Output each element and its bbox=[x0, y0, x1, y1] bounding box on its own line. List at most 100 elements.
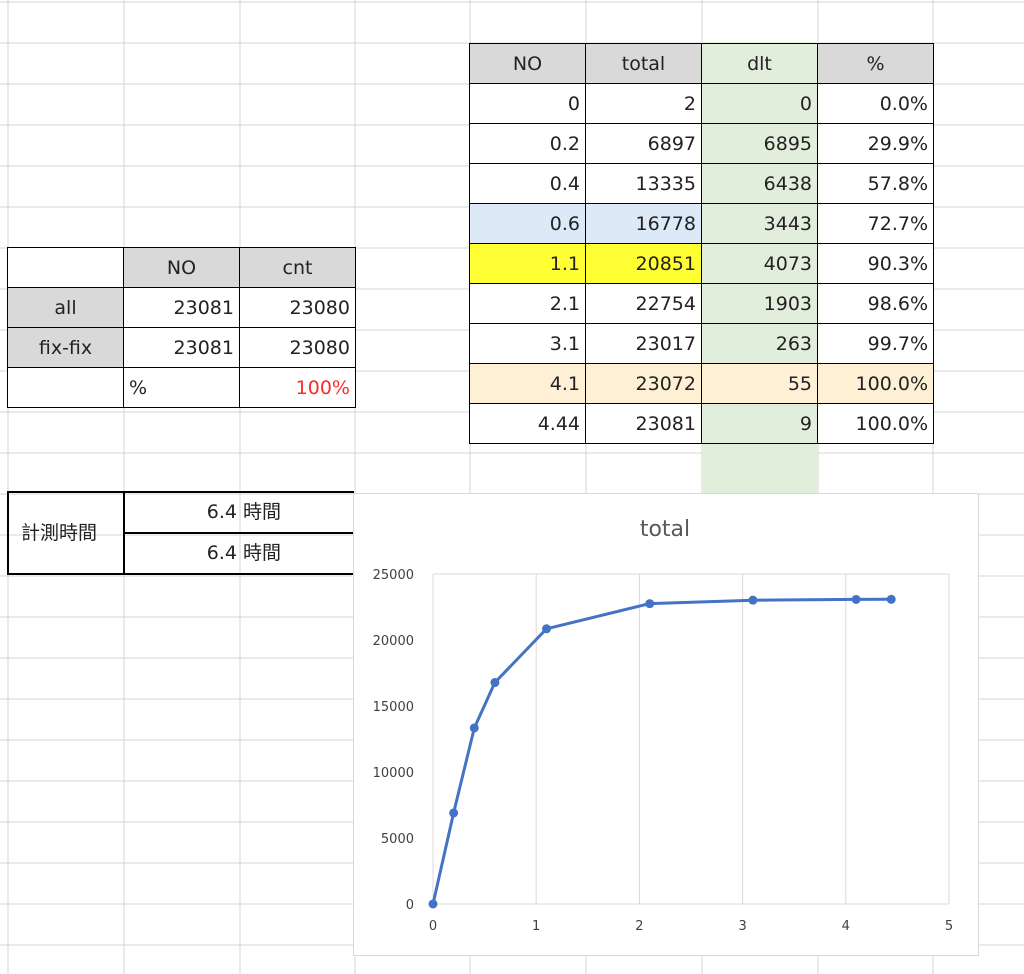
cell-dlt[interactable]: 6895 bbox=[701, 123, 818, 164]
x-tick-label: 2 bbox=[635, 919, 643, 934]
cell-dlt[interactable]: 4073 bbox=[701, 243, 818, 284]
cell-dlt[interactable]: 9 bbox=[701, 403, 818, 444]
summary-cell-no[interactable]: 23081 bbox=[123, 287, 240, 328]
table-row: 3.1 23017 263 99.7% bbox=[469, 323, 934, 364]
cell-percent[interactable]: 100.0% bbox=[817, 403, 934, 444]
data-point[interactable] bbox=[886, 594, 896, 604]
table-row: 0 2 0 0.0% bbox=[469, 83, 934, 124]
table-header-row: NO total dlt % bbox=[469, 43, 934, 84]
time-unit-cell[interactable]: 時間 bbox=[243, 492, 281, 533]
cell-percent[interactable]: 0.0% bbox=[817, 83, 934, 124]
cell-percent[interactable]: 99.7% bbox=[817, 323, 934, 364]
cell-total[interactable]: 2 bbox=[585, 83, 702, 124]
cell-no[interactable]: 0 bbox=[469, 83, 586, 124]
chart-series bbox=[428, 594, 896, 909]
chart-title: total bbox=[640, 517, 690, 542]
cell-percent[interactable]: 100.0% bbox=[817, 363, 934, 404]
data-point[interactable] bbox=[645, 599, 655, 609]
header-total[interactable]: total bbox=[585, 43, 702, 84]
y-tick-label: 20000 bbox=[373, 634, 414, 649]
cell-dlt[interactable]: 3443 bbox=[701, 203, 818, 244]
cell-total[interactable]: 23017 bbox=[585, 323, 702, 364]
summary-header-cnt[interactable]: cnt bbox=[239, 247, 356, 288]
measurement-time-label[interactable]: 計測時間 bbox=[21, 513, 97, 554]
cell-dlt[interactable]: 0 bbox=[701, 83, 818, 124]
percent-value-cell[interactable]: 100% bbox=[239, 367, 356, 408]
chart-tick-labels: 0 1 2 3 4 5 0 5000 10000 15000 20000 25000 bbox=[373, 568, 954, 934]
border-line bbox=[7, 491, 9, 574]
measurement-time-block: 計測時間 6.4 時間 6.4 時間 bbox=[7, 491, 354, 575]
summary-cell-empty[interactable] bbox=[7, 367, 124, 408]
data-point[interactable] bbox=[542, 624, 552, 634]
cell-no[interactable]: 4.1 bbox=[469, 363, 586, 404]
cell-no[interactable]: 2.1 bbox=[469, 283, 586, 324]
header-percent[interactable]: % bbox=[817, 43, 934, 84]
cell-total[interactable]: 22754 bbox=[585, 283, 702, 324]
chart-plot: total 0 1 2 3 4 5 0 5000 10000 15000 20000 25000 bbox=[373, 517, 954, 934]
x-tick-label: 1 bbox=[532, 919, 540, 934]
cell-no[interactable]: 0.4 bbox=[469, 163, 586, 204]
header-no[interactable]: NO bbox=[469, 43, 586, 84]
table-row: 0.6 16778 3443 72.7% bbox=[469, 203, 934, 244]
time-value-cell[interactable]: 6.4 bbox=[125, 492, 237, 533]
summary-cell-cnt[interactable]: 23080 bbox=[239, 287, 356, 328]
cell-percent[interactable]: 90.3% bbox=[817, 243, 934, 284]
y-tick-label: 15000 bbox=[373, 700, 414, 715]
chart-gridlines bbox=[432, 573, 950, 905]
table-row: 4.44 23081 9 100.0% bbox=[469, 403, 934, 444]
cell-no[interactable]: 1.1 bbox=[469, 243, 586, 284]
table-row: 1.1 20851 4073 90.3% bbox=[469, 243, 934, 284]
row-label-fix-fix[interactable]: fix-fix bbox=[7, 327, 124, 368]
cell-total[interactable]: 16778 bbox=[585, 203, 702, 244]
data-point[interactable] bbox=[490, 678, 500, 688]
x-tick-label: 0 bbox=[429, 919, 437, 934]
summary-cell-cnt[interactable]: 23080 bbox=[239, 327, 356, 368]
cell-dlt[interactable]: 55 bbox=[701, 363, 818, 404]
cell-no[interactable]: 0.2 bbox=[469, 123, 586, 164]
time-unit-cell[interactable]: 時間 bbox=[243, 533, 281, 574]
cell-percent[interactable]: 29.9% bbox=[817, 123, 934, 164]
cell-total[interactable]: 20851 bbox=[585, 243, 702, 284]
y-tick-label: 10000 bbox=[373, 766, 414, 781]
y-tick-label: 25000 bbox=[373, 568, 414, 583]
cell-total[interactable]: 23072 bbox=[585, 363, 702, 404]
x-tick-label: 5 bbox=[945, 919, 953, 934]
summary-corner-cell[interactable] bbox=[7, 247, 124, 288]
header-dlt[interactable]: dlt bbox=[701, 43, 818, 84]
table-row: 4.1 23072 55 100.0% bbox=[469, 363, 934, 404]
cell-dlt[interactable]: 6438 bbox=[701, 163, 818, 204]
cell-dlt[interactable]: 263 bbox=[701, 323, 818, 364]
series-line bbox=[431, 597, 892, 905]
data-point[interactable] bbox=[449, 808, 459, 818]
summary-row: % 100% bbox=[7, 367, 356, 408]
cell-total[interactable]: 23081 bbox=[585, 403, 702, 444]
cell-dlt[interactable]: 1903 bbox=[701, 283, 818, 324]
x-tick-label: 4 bbox=[842, 919, 850, 934]
percent-label-cell[interactable]: % bbox=[123, 367, 240, 408]
summary-header-no[interactable]: NO bbox=[123, 247, 240, 288]
table-row: 0.2 6897 6895 29.9% bbox=[469, 123, 934, 164]
data-point[interactable] bbox=[748, 595, 758, 605]
y-tick-label: 0 bbox=[406, 898, 414, 913]
table-row: 2.1 22754 1903 98.6% bbox=[469, 283, 934, 324]
summary-row: fix-fix 23081 23080 bbox=[7, 327, 356, 368]
cell-no[interactable]: 3.1 bbox=[469, 323, 586, 364]
cell-percent[interactable]: 72.7% bbox=[817, 203, 934, 244]
summary-row: all 23081 23080 bbox=[7, 287, 356, 328]
cell-percent[interactable]: 98.6% bbox=[817, 283, 934, 324]
total-chart[interactable]: total 0 1 2 3 4 5 0 5000 10000 15000 20000 25000 bbox=[353, 493, 979, 956]
y-tick-label: 5000 bbox=[381, 832, 414, 847]
cell-total[interactable]: 6897 bbox=[585, 123, 702, 164]
summary-table: NO cnt all 23081 23080 fix-fix 23081 230… bbox=[7, 247, 356, 408]
x-tick-label: 3 bbox=[738, 919, 746, 934]
cell-no[interactable]: 4.44 bbox=[469, 403, 586, 444]
cell-no[interactable]: 0.6 bbox=[469, 203, 586, 244]
data-point[interactable] bbox=[428, 899, 438, 909]
data-point[interactable] bbox=[851, 594, 861, 604]
data-point[interactable] bbox=[469, 723, 479, 733]
cell-percent[interactable]: 57.8% bbox=[817, 163, 934, 204]
summary-cell-no[interactable]: 23081 bbox=[123, 327, 240, 368]
row-label-all[interactable]: all bbox=[7, 287, 124, 328]
cell-total[interactable]: 13335 bbox=[585, 163, 702, 204]
time-value-cell[interactable]: 6.4 bbox=[125, 533, 237, 574]
